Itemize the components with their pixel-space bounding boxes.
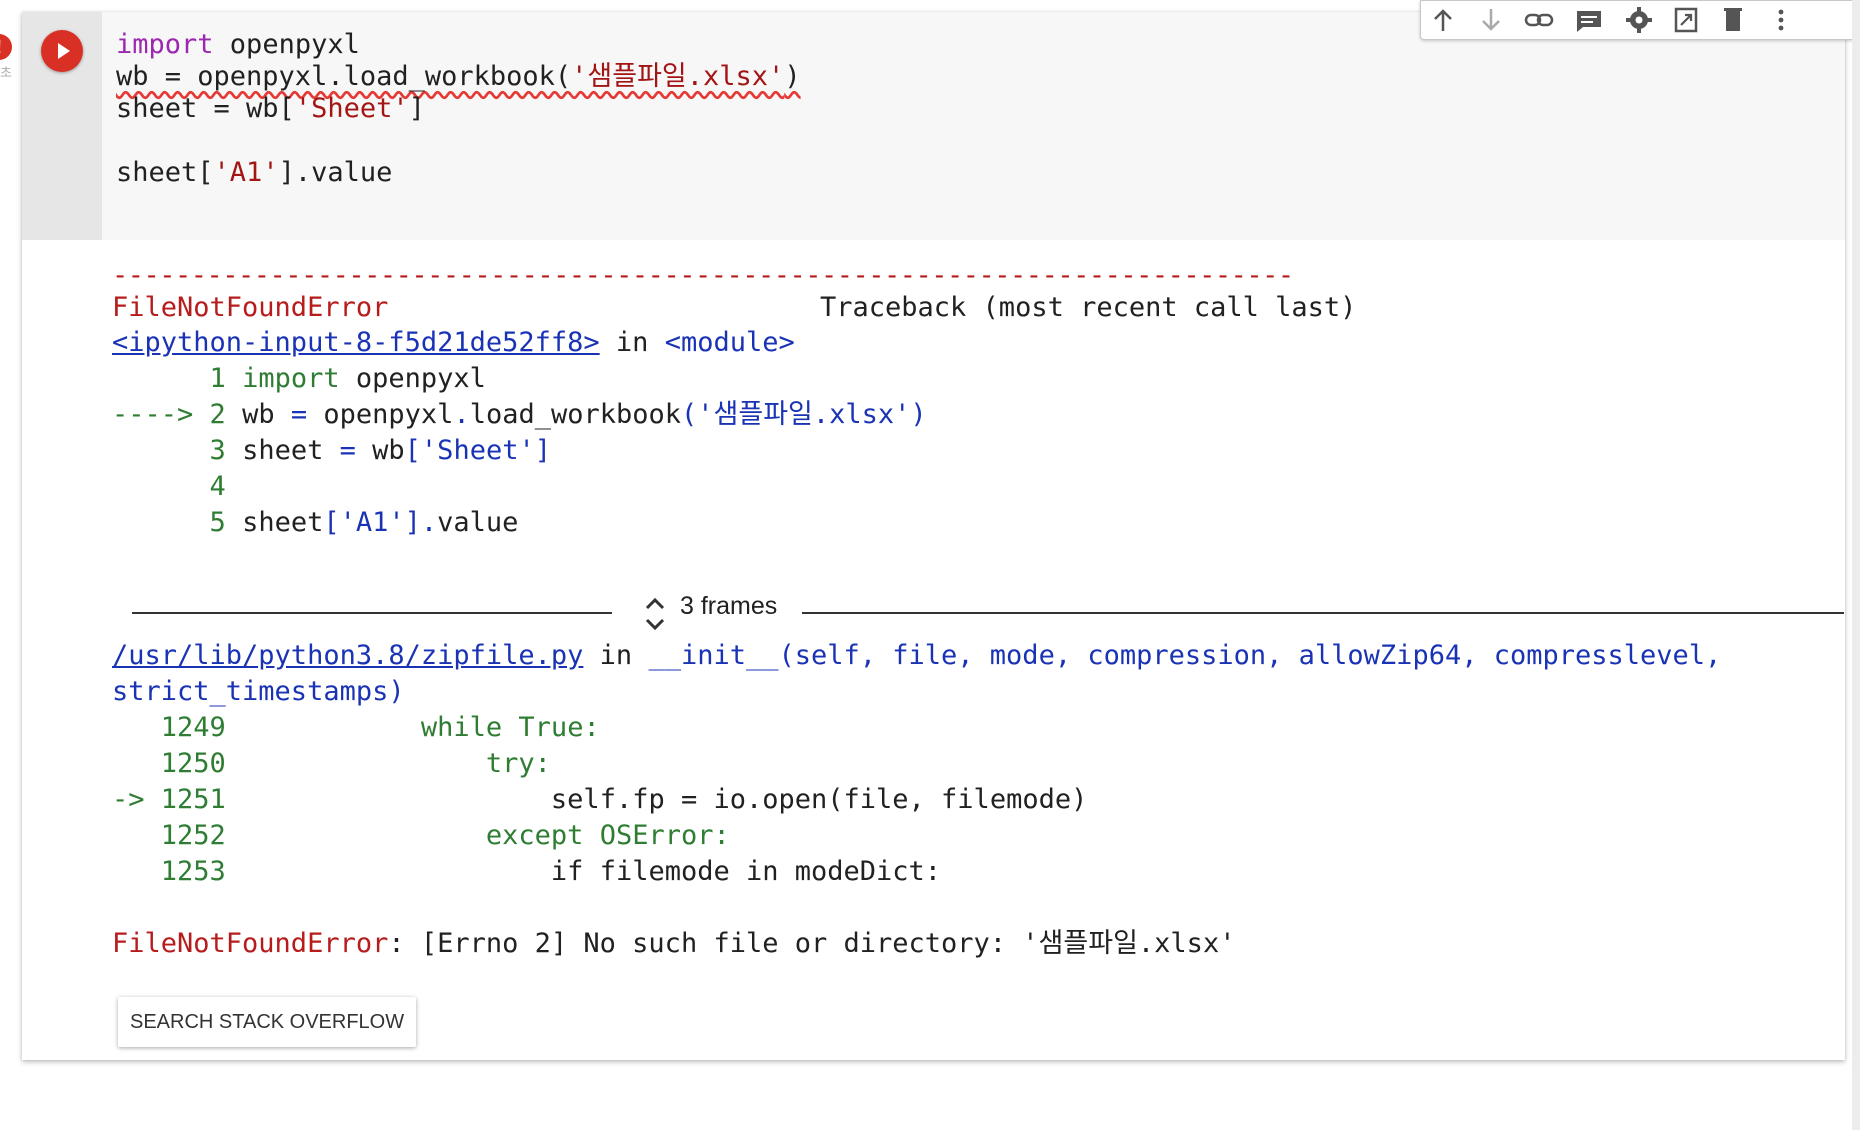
frame-line: 1252 except OSError: xyxy=(112,818,730,854)
unfold-icon xyxy=(645,597,665,631)
traceback-title: Traceback (most recent call last) xyxy=(820,292,1357,323)
line-pointer xyxy=(112,712,161,743)
frame-source-link[interactable]: /usr/lib/python3.8/zipfile.py xyxy=(112,640,583,671)
divider-line xyxy=(132,612,612,614)
delete-icon[interactable] xyxy=(1715,5,1751,35)
code-text: ) xyxy=(784,61,801,92)
line-pointer xyxy=(112,363,210,394)
final-error-message: FileNotFoundError: [Errno 2] No such fil… xyxy=(112,926,1235,962)
error-badge-icon[interactable]: ! xyxy=(0,34,12,60)
line-number: 5 xyxy=(209,507,226,538)
error-type: FileNotFoundError xyxy=(112,292,389,323)
line-code: wb = openpyxl.load_workbook('샘플파일.xlsx') xyxy=(242,399,927,430)
line-code: import openpyxl xyxy=(242,363,486,394)
frames-count-label: 3 frames xyxy=(680,592,778,620)
frame-function: __init__(self, file, mode, compression, … xyxy=(648,640,1722,671)
line-code: except OSError: xyxy=(485,820,730,851)
string-literal: 'A1' xyxy=(213,157,279,188)
line-pointer xyxy=(112,471,210,502)
code-text: wb = openpyxl.load_workbook( xyxy=(116,61,572,92)
expand-frames-toggle[interactable]: 3 frames xyxy=(642,582,792,642)
line-number: 1 xyxy=(209,363,226,394)
settings-icon[interactable] xyxy=(1621,5,1657,35)
line-pointer: ----> xyxy=(112,399,210,430)
frame-line-current: ----> 2 wb = openpyxl.load_workbook('샘플파… xyxy=(112,397,927,433)
frame-line: 1249 while True: xyxy=(112,710,600,746)
code-text: ] xyxy=(408,93,425,124)
line-number: 1249 xyxy=(160,712,226,743)
code-text: ].value xyxy=(278,157,393,188)
line-pointer: -> xyxy=(112,784,161,815)
line-code: self.fp = io.open(file, filemode) xyxy=(550,784,1088,815)
error-message: : [Errno 2] No such file or directory: '… xyxy=(388,928,1236,959)
line-number: 1251 xyxy=(160,784,226,815)
code-cell[interactable]: import openpyxl wb = openpyxl.load_workb… xyxy=(22,0,1856,1060)
traceback-header: FileNotFoundError Traceback (most recent … xyxy=(112,290,1356,326)
code-line-5: sheet['A1'].value xyxy=(116,154,392,192)
frame-source-link[interactable]: <ipython-input-8-f5d21de52ff8> xyxy=(112,327,600,358)
line-number: 1252 xyxy=(160,820,226,851)
frame-function: <module> xyxy=(664,327,795,358)
error-indicator-label: 초 xyxy=(0,65,12,80)
code-text: sheet[ xyxy=(116,157,214,188)
keyword: import xyxy=(116,29,214,60)
line-number: 3 xyxy=(209,435,226,466)
line-code: if filemode in modeDict: xyxy=(550,856,942,887)
frame-function-continued: strict_timestamps) xyxy=(112,676,405,707)
frame-header: <ipython-input-8-f5d21de52ff8> in <modul… xyxy=(112,325,795,361)
line-pointer xyxy=(112,748,161,779)
frame-line: 3 sheet = wb['Sheet'] xyxy=(112,433,551,469)
link-icon[interactable] xyxy=(1521,5,1557,35)
move-down-icon[interactable] xyxy=(1473,5,1509,35)
line-number: 1250 xyxy=(160,748,226,779)
frame-line: 1 import openpyxl xyxy=(112,361,486,397)
line-code: sheet = wb['Sheet'] xyxy=(242,435,551,466)
run-cell-button[interactable] xyxy=(41,30,83,72)
page-scrollbar[interactable] xyxy=(1852,0,1860,1130)
frame-line: 4 xyxy=(112,469,226,505)
line-code: while True: xyxy=(420,712,600,743)
line-pointer xyxy=(112,507,210,538)
line-number: 4 xyxy=(209,471,226,502)
code-editor[interactable]: import openpyxl wb = openpyxl.load_workb… xyxy=(102,12,1845,240)
code-text: openpyxl xyxy=(213,29,360,60)
comment-icon[interactable] xyxy=(1571,5,1607,35)
search-stack-overflow-button[interactable]: SEARCH STACK OVERFLOW xyxy=(118,997,417,1047)
frame-header: /usr/lib/python3.8/zipfile.py in __init_… xyxy=(112,638,1721,674)
line-code: sheet['A1'].value xyxy=(242,507,519,538)
line-code: try: xyxy=(485,748,551,779)
frame-line: 1253 if filemode in modeDict: xyxy=(112,854,941,890)
line-number: 2 xyxy=(209,399,226,430)
traceback-separator: ----------------------------------------… xyxy=(112,260,1294,291)
string-literal: 'Sheet' xyxy=(294,93,409,124)
divider-line xyxy=(802,612,1844,614)
code-text: sheet = wb[ xyxy=(116,93,295,124)
mirror-cell-icon[interactable] xyxy=(1669,5,1705,35)
string-literal: '샘플파일.xlsx' xyxy=(571,61,785,92)
line-number: 1253 xyxy=(160,856,226,887)
play-icon xyxy=(58,43,70,59)
cell-toolbar xyxy=(1420,0,1856,40)
error-type: FileNotFoundError xyxy=(112,928,389,959)
frame-line: 5 sheet['A1'].value xyxy=(112,505,519,541)
frame-in-label: in xyxy=(583,640,649,671)
code-line-3: sheet = wb['Sheet'] xyxy=(116,90,425,128)
line-pointer xyxy=(112,856,161,887)
line-pointer xyxy=(112,820,161,851)
move-up-icon[interactable] xyxy=(1425,5,1461,35)
cell-gutter xyxy=(22,12,102,240)
frame-line: 1250 try: xyxy=(112,746,551,782)
more-options-icon[interactable] xyxy=(1763,5,1799,35)
collapsed-frames-divider: 3 frames xyxy=(132,592,1844,631)
line-pointer xyxy=(112,435,210,466)
frame-line-current: -> 1251 self.fp = io.open(file, filemode… xyxy=(112,782,1087,818)
frame-in-label: in xyxy=(599,327,665,358)
